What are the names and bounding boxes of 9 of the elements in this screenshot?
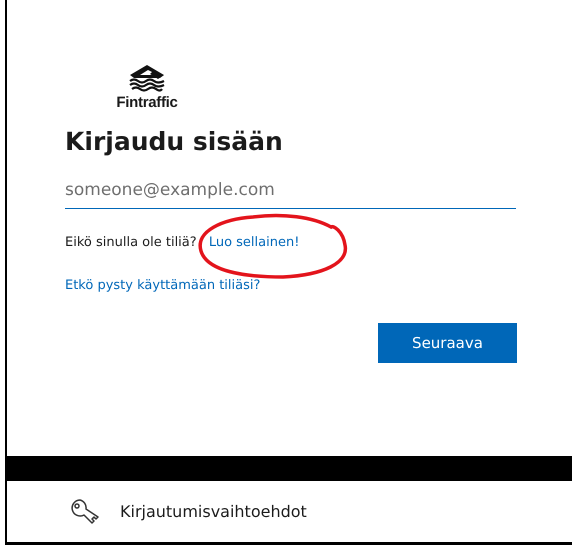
key-icon bbox=[70, 498, 100, 526]
logo-icon bbox=[128, 64, 166, 92]
sign-in-options-button[interactable]: Kirjautumisvaihtoehdot bbox=[7, 481, 572, 542]
page-title: Kirjaudu sisään bbox=[65, 127, 284, 156]
next-button[interactable]: Seuraava bbox=[378, 323, 517, 363]
no-account-text: Eikö sinulla ole tiliä? bbox=[65, 235, 197, 250]
cant-access-link[interactable]: Etkö pysty käyttämään tiliäsi? bbox=[65, 278, 260, 293]
logo-text: Fintraffic bbox=[116, 94, 178, 111]
create-account-link[interactable]: Luo sellainen! bbox=[208, 235, 300, 250]
